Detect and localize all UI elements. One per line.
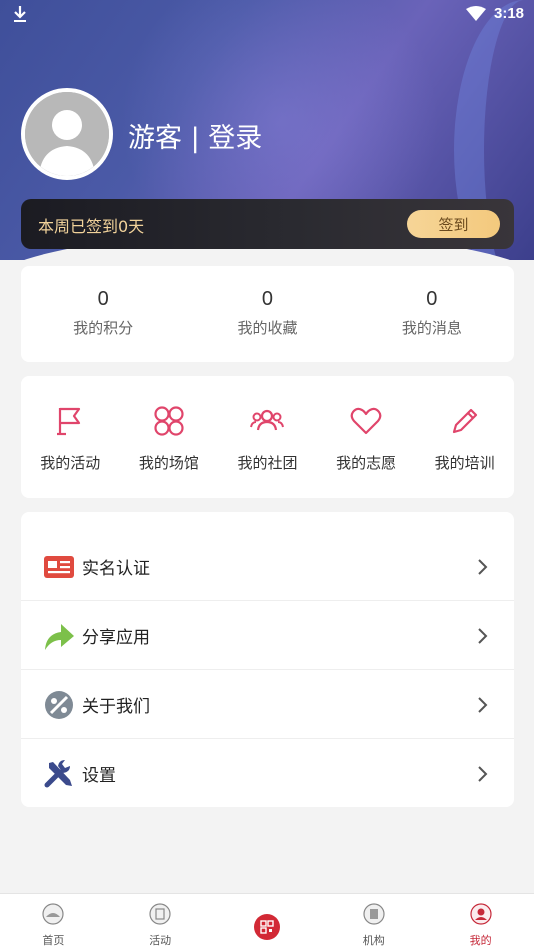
tools-icon [44, 760, 72, 788]
menu-label: 实名认证 [82, 559, 150, 579]
shortcut-grid: 我的活动 我的场馆 我的社团 我的志愿 我的培训 [21, 376, 514, 498]
status-bar: 3:18 [0, 0, 534, 30]
signin-status: 本周已签到0天 [38, 217, 145, 236]
chevron-right-icon [478, 559, 488, 575]
menu-label: 设置 [82, 766, 116, 786]
stat-label: 我的收藏 [237, 319, 298, 337]
about-icon [45, 691, 73, 719]
stats-card: 0 我的积分 0 我的收藏 0 我的消息 [21, 266, 514, 362]
shortcut-clubs[interactable]: 我的社团 [218, 376, 317, 498]
shortcut-training[interactable]: 我的培训 [415, 376, 514, 498]
flag-icon [57, 407, 81, 436]
chevron-right-icon [478, 628, 488, 644]
nav-label: 首页 [42, 934, 65, 947]
home-icon [42, 903, 64, 925]
nav-home[interactable]: 首页 [0, 894, 107, 949]
stat-value: 0 [97, 288, 109, 310]
nav-label: 我的 [469, 934, 492, 947]
stat-value: 0 [261, 288, 274, 310]
institution-icon [363, 903, 385, 925]
menu-item-share[interactable]: 分享应用 [21, 601, 514, 670]
mine-icon [469, 903, 492, 925]
signin-bar: 本周已签到0天 签到 [21, 199, 514, 249]
activity-icon [149, 903, 171, 925]
shortcut-label: 我的场馆 [138, 454, 199, 472]
menu-item-about[interactable]: 关于我们 [21, 670, 514, 739]
nav-qr-scan[interactable] [214, 894, 321, 949]
nav-mine[interactable]: 我的 [427, 894, 534, 949]
pencil-icon [452, 408, 477, 434]
menu-label: 分享应用 [82, 628, 150, 648]
chevron-right-icon [478, 766, 488, 782]
nav-institution[interactable]: 机构 [320, 894, 427, 949]
shortcut-label: 我的活动 [40, 454, 101, 472]
signin-button[interactable]: 签到 [407, 210, 500, 238]
nav-activity[interactable]: 活动 [107, 894, 214, 949]
menu-label: 关于我们 [82, 697, 150, 717]
wifi-icon [466, 6, 486, 21]
avatar[interactable] [21, 88, 113, 180]
group-icon [250, 409, 285, 431]
stat-value: 0 [426, 288, 438, 310]
nav-label: 机构 [362, 934, 385, 947]
shortcut-label: 我的志愿 [336, 454, 397, 472]
stat-label: 我的消息 [401, 319, 462, 337]
shortcut-label: 我的社团 [237, 454, 298, 472]
shortcut-venues[interactable]: 我的场馆 [120, 376, 219, 498]
stat-favorites[interactable]: 0 我的收藏 [185, 266, 349, 362]
nav-label: 活动 [149, 934, 172, 947]
menu-item-settings[interactable]: 设置 [21, 739, 514, 808]
shortcut-label: 我的培训 [434, 454, 495, 472]
stat-label: 我的积分 [73, 319, 134, 337]
settings-menu: 实名认证 分享应用 关于我们 设置 [21, 512, 514, 807]
heart-icon [350, 407, 382, 435]
shortcut-activities[interactable]: 我的活动 [21, 376, 120, 498]
shortcut-volunteer[interactable]: 我的志愿 [317, 376, 416, 498]
bottom-nav: 首页 活动 机构 我的 [0, 893, 534, 949]
id-card-icon [44, 556, 74, 578]
stat-points[interactable]: 0 我的积分 [21, 266, 185, 362]
login-link[interactable]: 游客 | 登录 [128, 116, 262, 155]
menu-item-realname[interactable]: 实名认证 [21, 532, 514, 601]
share-arrow-icon [45, 624, 74, 650]
venue-icon [154, 406, 184, 436]
download-icon [14, 6, 26, 22]
chevron-right-icon [478, 697, 488, 713]
stat-messages[interactable]: 0 我的消息 [350, 266, 514, 362]
default-avatar-icon [25, 92, 109, 176]
status-time: 3:18 [494, 5, 525, 22]
qr-code-icon [253, 914, 280, 940]
